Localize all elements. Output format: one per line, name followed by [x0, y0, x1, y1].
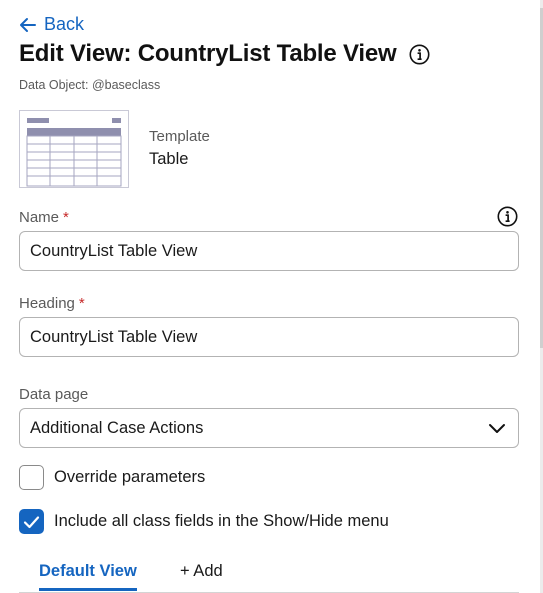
chevron-down-icon[interactable] [488, 421, 506, 435]
name-label: Name * [19, 209, 69, 226]
data-page-selected-value[interactable]: Additional Case Actions [30, 419, 203, 438]
active-tab-indicator [39, 588, 137, 591]
add-view-button[interactable]: + Add [180, 562, 223, 581]
override-parameters-checkbox[interactable] [19, 465, 44, 490]
title-row: Edit View: CountryList Table View [19, 40, 430, 68]
heading-input[interactable]: CountryList Table View [19, 317, 519, 357]
override-parameters-label[interactable]: Override parameters [54, 468, 205, 487]
include-class-fields-option[interactable]: Include all class fields in the Show/Hid… [19, 509, 389, 534]
heading-input-value[interactable]: CountryList Table View [30, 328, 197, 347]
name-label-text: Name [19, 209, 60, 226]
override-parameters-option[interactable]: Override parameters [19, 465, 205, 490]
arrow-left-icon [20, 17, 36, 32]
tab-default-view-label[interactable]: Default View [39, 562, 137, 580]
back-label[interactable]: Back [44, 14, 84, 35]
include-class-fields-checkbox[interactable] [19, 509, 44, 534]
page-title: Edit View: CountryList Table View [19, 40, 397, 67]
heading-label: Heading * [19, 295, 85, 312]
data-page-label: Data page [19, 386, 89, 403]
template-label: Template [149, 128, 210, 145]
required-indicator: * [78, 295, 85, 312]
table-template-thumbnail [19, 110, 129, 188]
edit-view-panel: Back Edit View: CountryList Table View D… [0, 0, 543, 593]
info-icon[interactable] [497, 206, 518, 227]
checkmark-icon [23, 515, 40, 528]
include-class-fields-label[interactable]: Include all class fields in the Show/Hid… [54, 512, 389, 531]
template-value: Table [149, 150, 189, 168]
info-icon[interactable] [409, 44, 430, 65]
view-tabs: Default View + Add [19, 556, 519, 593]
heading-label-text: Heading [19, 295, 75, 312]
data-object-subtitle: Data Object: @baseclass [19, 78, 161, 92]
tab-default-view[interactable]: Default View [39, 562, 137, 591]
back-link[interactable]: Back [19, 14, 84, 35]
data-page-select[interactable]: Additional Case Actions [19, 408, 519, 448]
name-input-value[interactable]: CountryList Table View [30, 242, 197, 261]
name-input[interactable]: CountryList Table View [19, 231, 519, 271]
required-indicator: * [63, 209, 69, 226]
